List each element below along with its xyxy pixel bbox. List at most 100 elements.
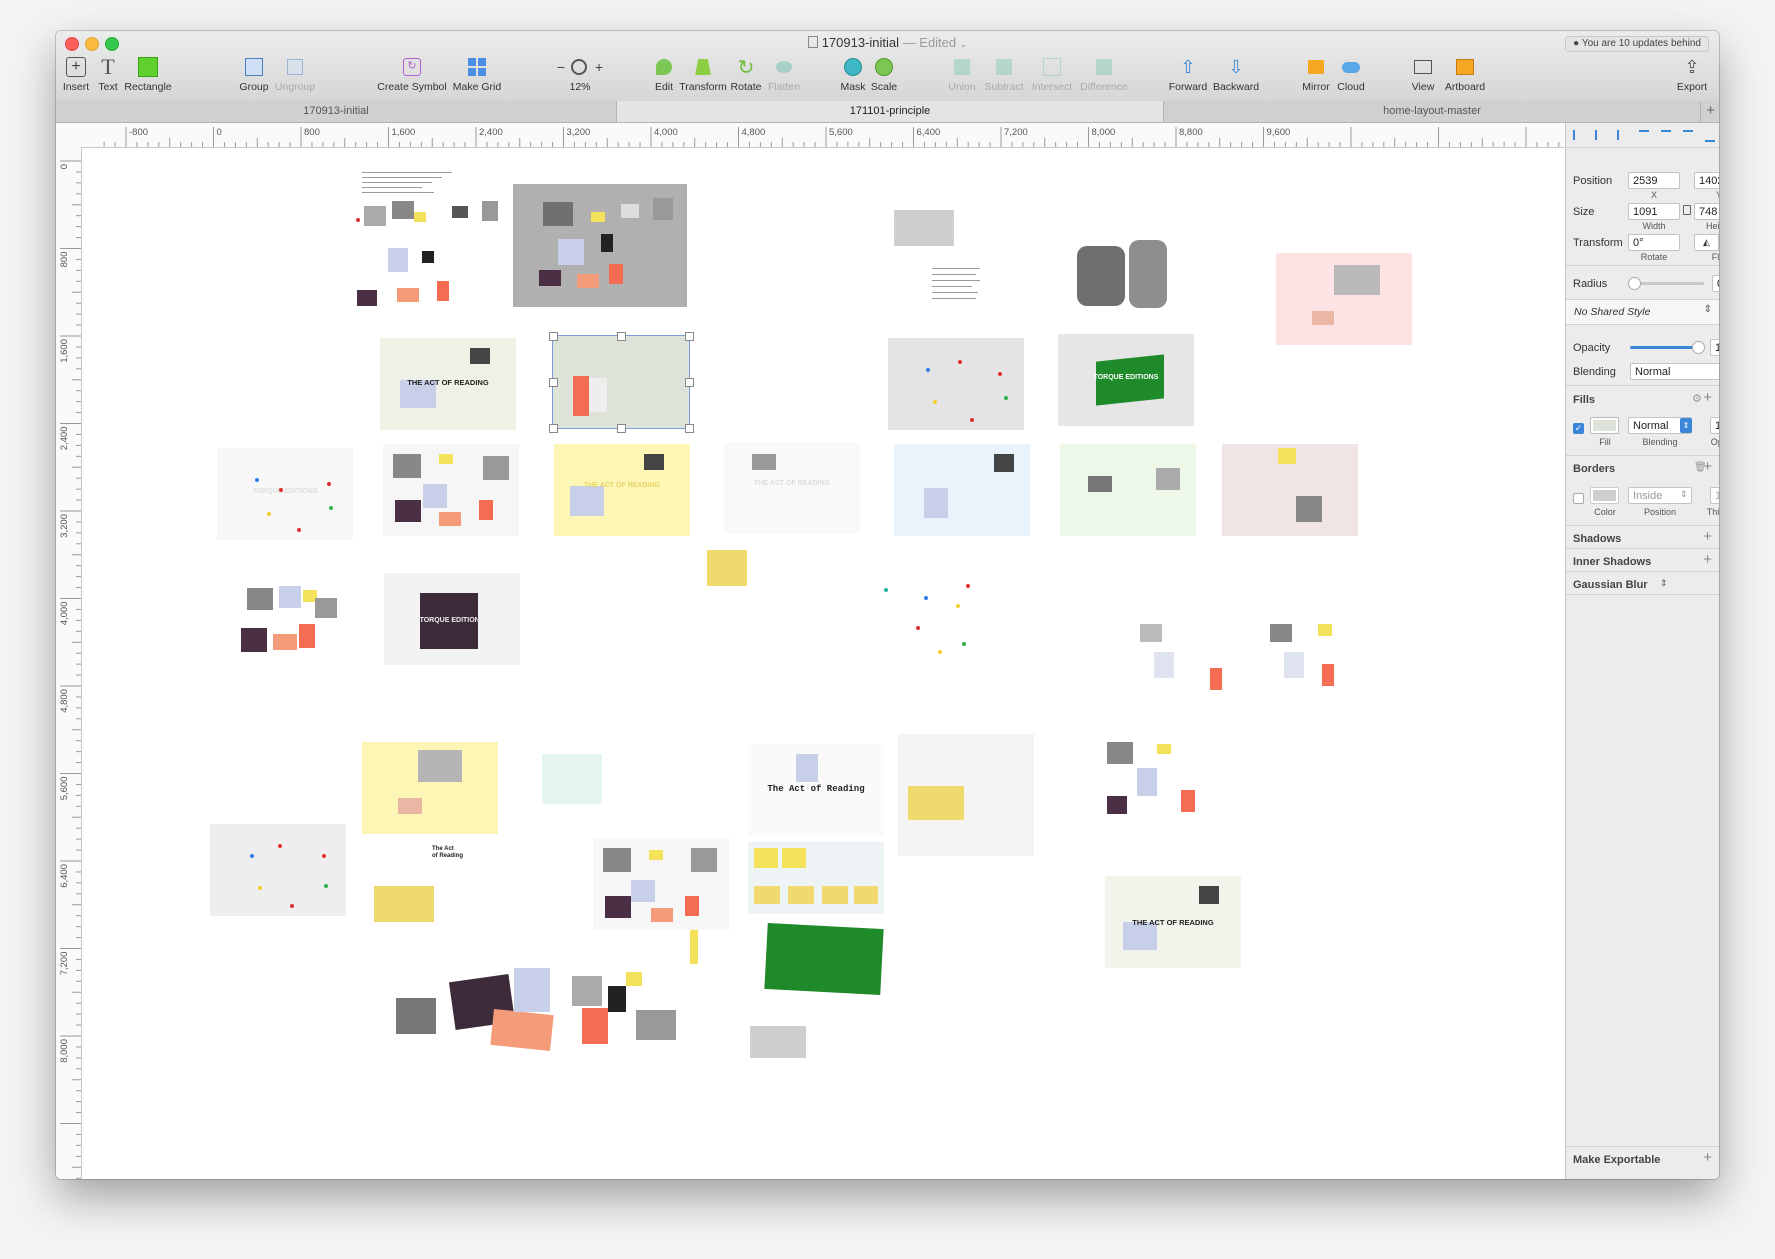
artboard-dots-2[interactable] [872,566,982,666]
artboard-yellow-spread[interactable] [707,550,747,586]
tab-171101-principle[interactable]: 171101-principle [617,101,1164,122]
add-tab-icon[interactable]: + [1706,101,1715,121]
tab-170913-initial[interactable]: 170913-initial [56,101,617,122]
opacity-slider-knob[interactable] [1692,341,1705,354]
artboard-green-book-2[interactable] [764,923,884,995]
blur-type-chevron-icon[interactable]: ⇕ [1660,578,1668,589]
cloud-button[interactable]: Cloud [1334,53,1368,99]
selection-handle[interactable] [617,424,626,433]
artboard-yellow-pdf[interactable] [362,742,498,834]
border-checkbox[interactable] [1573,493,1584,504]
subtract-button[interactable]: Subtract [980,53,1028,99]
align-left-icon[interactable] [1573,130,1585,140]
updates-badge[interactable]: ● You are 10 updates behind [1565,36,1709,52]
align-top-icon[interactable] [1639,130,1649,142]
blending-select[interactable]: Normal [1630,363,1719,380]
artboard-act-of-reading-2[interactable]: THE ACT OF READING [1105,876,1241,968]
artboard-pink[interactable] [1276,253,1412,345]
artboard-collage-5[interactable] [1097,732,1233,824]
artboard-collage-3[interactable] [237,584,347,666]
height-field[interactable]: 748 [1694,203,1719,220]
fill-settings-icon[interactable]: ⚙ [1692,392,1702,405]
artboard-spreads[interactable] [748,842,884,914]
selection-handle[interactable] [549,424,558,433]
mirror-button[interactable]: Mirror [1298,53,1334,99]
position-x-field[interactable]: 2539 [1628,172,1680,189]
make-grid-button[interactable]: Make Grid [452,53,502,99]
artboard-act-of-reading-1[interactable]: THE ACT OF READING [380,338,516,430]
artboard-collage-4[interactable] [593,838,729,930]
view-button[interactable]: View [1406,53,1440,99]
artboard-yellow-strip[interactable] [690,930,698,964]
radius-field[interactable]: 0 [1712,275,1719,292]
position-y-field[interactable]: 1402 [1694,172,1719,189]
artboard-act-small[interactable]: The Act of Reading [432,846,492,870]
artboard-yellow-spread-2[interactable] [374,886,434,922]
width-field[interactable]: 1091 [1628,203,1680,220]
artboard-sculpture[interactable] [1067,236,1179,326]
edit-button[interactable]: Edit [650,53,678,99]
artboard-collage-large[interactable] [392,968,682,1064]
add-export-icon[interactable]: + [1703,1149,1712,1166]
flatten-button[interactable]: Flatten [764,53,804,99]
artboard-selected[interactable] [549,332,694,433]
artboard-blue[interactable] [894,444,1030,536]
opacity-slider[interactable] [1630,346,1698,349]
artboard-grey-text[interactable] [898,734,1034,856]
artboard-button[interactable]: Artboard [1440,53,1490,99]
artboard-collage-faded-2[interactable] [1260,618,1370,700]
artboard-text-column[interactable] [932,266,984,311]
shared-style-dropdown[interactable]: No Shared Style ⇕ [1566,299,1719,325]
border-color-swatch[interactable] [1590,487,1619,504]
artboard-act-mono[interactable]: The Act of Reading [748,744,884,836]
add-shadow-icon[interactable]: + [1703,528,1712,545]
ungroup-button[interactable]: Ungroup [272,53,318,99]
fill-checkbox[interactable]: ✓ [1573,423,1584,434]
zoom-out-button[interactable]: − [557,59,565,75]
artboard-collage-2[interactable] [383,444,519,536]
artboard-photo-thumb[interactable] [894,210,954,246]
fill-color-swatch[interactable] [1590,417,1619,434]
artboard-green-book[interactable]: TORQUE EDITIONS [1058,334,1194,426]
artboard-torque-dark[interactable]: TORQUE EDITIONS [384,573,520,665]
union-button[interactable]: Union [944,53,980,99]
canvas[interactable]: THE ACT OF READING TORQUE EDITIONS TORQU… [82,148,1564,1179]
difference-button[interactable]: Difference [1076,53,1132,99]
artboard-collage-1[interactable] [352,196,502,306]
artboard-grey-collage[interactable] [513,184,687,307]
artboard-dots-3[interactable] [210,824,346,916]
selection-handle[interactable] [685,424,694,433]
group-button[interactable]: Group [236,53,272,99]
flip-vertical-button[interactable]: ⧩ [1718,234,1719,251]
radius-slider-knob[interactable] [1628,277,1641,290]
zoom-in-button[interactable]: + [595,59,603,75]
flip-horizontal-button[interactable]: ◭ [1694,234,1719,251]
align-middle-icon[interactable] [1661,130,1671,142]
backward-button[interactable]: ⇩ Backward [1210,53,1262,99]
lock-icon[interactable] [1683,205,1691,215]
fill-opacity-field[interactable]: 100% [1710,417,1719,434]
radius-slider[interactable] [1632,282,1704,285]
add-fill-icon[interactable]: + [1703,389,1712,406]
align-bottom-icon[interactable] [1683,130,1693,142]
intersect-button[interactable]: Intersect [1028,53,1076,99]
selection-handle[interactable] [617,332,626,341]
rectangle-tool-button[interactable]: Rectangle [120,53,176,99]
create-symbol-button[interactable]: ↻ Create Symbol [374,53,450,99]
distribute-icon[interactable] [1705,130,1715,142]
export-button[interactable]: ⇪ Export [1672,53,1712,99]
artboard-rose[interactable] [1222,444,1358,536]
artboard-mint-shapes[interactable] [542,754,602,804]
artboard-photo-thumb-2[interactable] [750,1026,806,1058]
selection-handle[interactable] [685,378,694,387]
border-thickness-field[interactable]: 1 [1710,487,1719,504]
mask-button[interactable]: Mask [838,53,868,99]
transform-button[interactable]: Transform [678,53,728,99]
chevron-down-icon[interactable]: ⌄ [960,39,968,49]
artboard-dots-1[interactable] [888,338,1024,430]
artboard-yellow-act[interactable]: THE ACT OF READING [554,444,690,536]
selection-handle[interactable] [549,332,558,341]
opacity-field[interactable]: 100% [1710,339,1719,356]
scale-button[interactable]: Scale [868,53,900,99]
artboard-collage-faded-1[interactable] [1114,618,1250,710]
